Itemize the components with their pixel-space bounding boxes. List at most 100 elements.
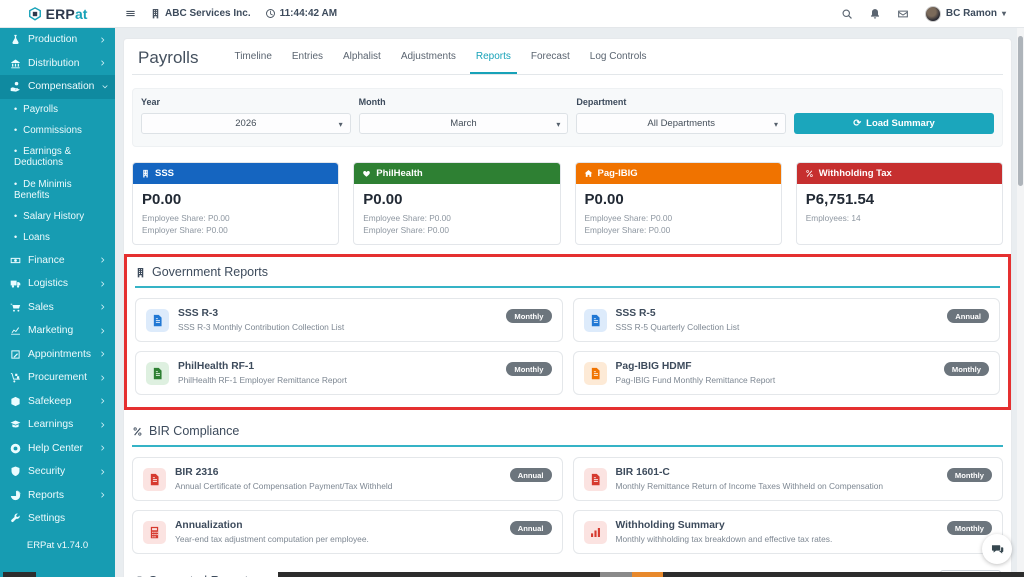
flask-icon [10,34,21,45]
sidebar-item-settings[interactable]: Settings [0,507,115,531]
sidebar-subitem-commissions[interactable]: • Commissions [0,120,115,141]
calc-icon [148,526,161,539]
summary-card-detail: Employee Share: P0.00 [363,213,451,223]
sidebar-item-procurement[interactable]: Procurement [0,366,115,390]
life-ring-icon [10,443,21,454]
report-card-icon-box [583,361,607,385]
sidebar-subitem-payrolls[interactable]: • Payrolls [0,99,115,120]
department-filter: Department All Departments ▾ [576,97,787,134]
report-card-icon-box [583,520,607,544]
sidebar-subitem-salary-history[interactable]: • Salary History [0,206,115,227]
money-icon [10,255,21,266]
sidebar-item-logistics[interactable]: Logistics [0,272,115,296]
report-card-bir-2316[interactable]: BIR 2316 Annual Certificate of Compensati… [132,457,563,502]
sidebar-toggle-icon[interactable] [125,8,136,19]
report-card-description: Monthly Remittance Return of Income Taxe… [615,480,884,491]
tab-bar: Payrolls Timeline Entries Alphalist Adjustm… [132,39,1003,75]
messages-envelope-icon[interactable] [897,8,909,20]
sidebar-item-label: Logistics [28,278,69,290]
sidebar-subitem-earnings-deductions[interactable]: • Earnings & Deductions [0,141,115,174]
sidebar-item-label: Safekeep [28,395,72,407]
sidebar-item-finance[interactable]: Finance [0,249,115,273]
department-select[interactable]: All Departments ▾ [576,113,787,134]
tab-forecast[interactable]: Forecast [521,41,580,74]
report-card-bir-1601-c[interactable]: BIR 1601-C Monthly Remittance Return of I… [572,457,1003,502]
report-card-text: Withholding Summary Monthly withholding t… [616,520,993,545]
filter-panel: Year 2026 ▾ Month March ▾ Department All D… [132,88,1003,147]
report-card-icon-box [143,467,166,491]
report-card-annualization[interactable]: Annualization Year-end tax adjustment com… [132,510,563,555]
summary-card-header: Pag-IBIG [575,163,781,184]
frequency-badge: Monthly [506,309,552,324]
tab-log-controls[interactable]: Log Controls [580,41,657,74]
summary-card-title: Pag-IBIG [597,168,638,179]
report-card-description: Annual Certificate of Compensation Payme… [175,480,393,491]
sidebar-item-help-center[interactable]: Help Center [0,437,115,461]
vertical-scrollbar[interactable] [1017,28,1024,577]
search-icon[interactable] [841,8,853,20]
tab-alphalist[interactable]: Alphalist [333,41,391,74]
percent-icon [805,169,814,178]
sidebar-item-compensation[interactable]: Compensation [0,75,115,99]
report-card-philhealth-rf-1[interactable]: PhilHealth RF-1 PhilHealth RF-1 Employer … [135,351,563,396]
scrollbar-thumb[interactable] [1018,36,1023,186]
tab-adjustments[interactable]: Adjustments [391,41,466,74]
year-filter: Year 2026 ▾ [141,97,351,134]
clock-icon [265,8,276,19]
main-area: Payrolls Timeline Entries Alphalist Adjustm… [115,28,1024,577]
sidebar-item-label: Compensation [28,81,95,93]
sidebar-item-learnings[interactable]: Learnings [0,413,115,437]
summary-card-title: SSS [155,168,175,179]
frequency-badge: Monthly [943,362,989,377]
sidebar-item-reports[interactable]: Reports [0,484,115,508]
report-card-sss-r-5[interactable]: SSS R-5 SSS R-5 Quarterly Collection List… [572,298,1000,343]
chevron-right-icon [99,280,107,288]
sidebar-item-marketing[interactable]: Marketing [0,319,115,343]
sidebar-subitem-de-minimis-benefits[interactable]: • De Minimis Benefits [0,174,115,207]
sidebar-item-security[interactable]: Security [0,460,115,484]
frequency-badge: Annual [509,468,552,483]
logo-text-at: at [74,5,88,22]
report-card-withholding-summary[interactable]: Withholding Summary Monthly withholding t… [572,510,1003,555]
bullet-icon: • [14,178,18,189]
bullet-icon: • [14,211,18,222]
sidebar-item-production[interactable]: Production [0,28,115,52]
company-selector[interactable]: ABC Services Inc. [150,8,251,19]
bank-icon [10,58,21,69]
tab-timeline[interactable]: Timeline [224,41,281,74]
sidebar-item-sales[interactable]: Sales [0,296,115,320]
notifications-bell-icon[interactable] [869,8,881,20]
sidebar-subitem-loans[interactable]: • Loans [0,227,115,248]
hand-dollar-icon [10,81,21,92]
summary-cards-row: SSS P0.00 Employee Share: P0.00 Employer Sh… [132,162,1003,246]
report-card-title: BIR 1601-C [615,466,670,478]
sidebar-item-label: Reports [28,489,65,501]
report-card-icon-box [583,308,607,332]
bullet-icon: • [14,124,18,135]
topbar: ERPat ABC Services Inc. 11:44:42 AM BC R… [0,0,1024,28]
tab-reports[interactable]: Reports [466,41,521,74]
month-select[interactable]: March ▾ [358,113,569,134]
report-card-text: BIR 2316 Annual Certificate of Compensati… [175,467,552,492]
chat-fab-button[interactable] [982,534,1012,564]
report-card-pag-ibig-hdmf[interactable]: Pag-IBIG HDMF Pag-IBIG Fund Monthly Remit… [572,351,1000,396]
chart-bars-icon [589,526,602,539]
summary-card-sss: SSS P0.00 Employee Share: P0.00 Employer Sh… [132,162,340,246]
report-card-title: SSS R-3 [178,307,219,319]
month-filter: Month March ▾ [358,97,569,134]
logo-cube-icon [28,6,42,21]
report-card-description: Monthly withholding tax breakdown and ef… [615,533,833,544]
report-card-icon-box [146,308,169,332]
sidebar-item-distribution[interactable]: Distribution [0,52,115,76]
load-summary-button[interactable]: ⟳ Load Summary [794,113,995,134]
sidebar-item-safekeep[interactable]: Safekeep [0,390,115,414]
report-card-text: BIR 1601-C Monthly Remittance Return of I… [616,467,993,492]
content-card: Payrolls Timeline Entries Alphalist Adjustm… [123,38,1012,577]
report-card-sss-r-3[interactable]: SSS R-3 SSS R-3 Monthly Contribution Coll… [135,298,563,343]
user-menu[interactable]: BC Ramon ▾ [924,5,1006,22]
year-select[interactable]: 2026 ▾ [141,113,351,134]
chevron-right-icon [99,303,107,311]
frequency-badge: Monthly [946,521,992,536]
tab-entries[interactable]: Entries [282,41,333,74]
sidebar-item-appointments[interactable]: Appointments [0,343,115,367]
